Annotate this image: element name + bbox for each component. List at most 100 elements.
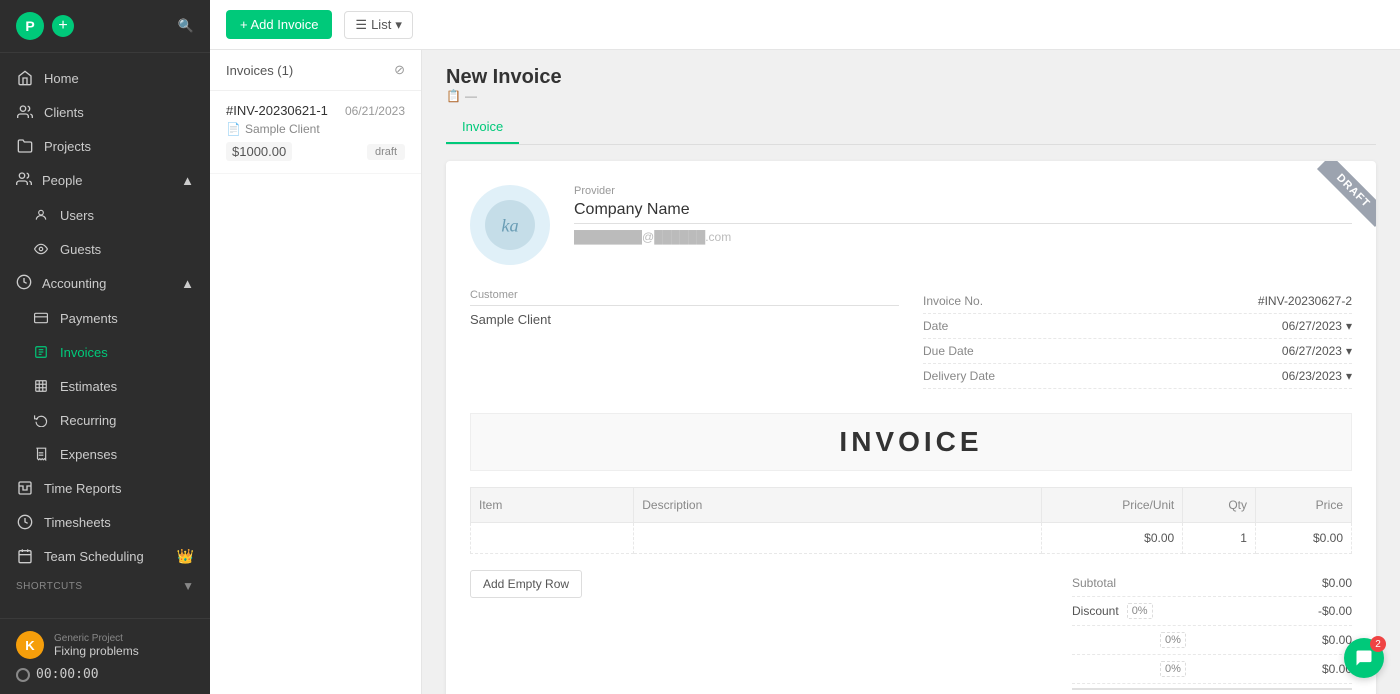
discount-row: Discount 0% -$0.00 [1072, 597, 1352, 626]
chart-icon [16, 479, 34, 497]
sidebar-item-home[interactable]: Home [0, 61, 210, 95]
chevron-up-icon: ▲ [181, 173, 194, 188]
sidebar-item-guests[interactable]: Guests [0, 232, 210, 266]
date-label: Date [923, 319, 948, 333]
provider-label: Provider [574, 185, 1352, 197]
sidebar-item-label: Guests [60, 242, 101, 257]
sidebar-item-label: Team Scheduling [44, 549, 144, 564]
cell-description[interactable] [634, 523, 1042, 554]
sidebar-item-clients[interactable]: Clients [0, 95, 210, 129]
sidebar-item-label: Expenses [60, 447, 117, 462]
sidebar-item-users[interactable]: Users [0, 198, 210, 232]
tax2-pct[interactable]: 0% [1160, 661, 1186, 677]
sidebar-item-time-reports[interactable]: Time Reports [0, 471, 210, 505]
dropdown-icon: ▾ [1346, 319, 1352, 333]
search-icon[interactable]: 🔍 [178, 18, 194, 34]
chevron-down-icon: ▾ [395, 17, 402, 33]
receipt-icon [32, 445, 50, 463]
add-row-button[interactable]: Add Empty Row [470, 570, 582, 598]
sidebar-item-label: Clients [44, 105, 84, 120]
status-badge: draft [367, 144, 405, 160]
view-toggle-button[interactable]: ☰ List ▾ [344, 11, 412, 39]
sidebar: P + 🔍 Home Clients Projects [0, 0, 210, 694]
panel-title: Invoices (1) [226, 63, 293, 78]
calendar-icon [16, 547, 34, 565]
sidebar-item-label: Time Reports [44, 481, 122, 496]
tax1-pct[interactable]: 0% [1160, 632, 1186, 648]
meta-row-due-date: Due Date 06/27/2023 ▾ [923, 339, 1352, 364]
provider-email: ████████@██████.com [574, 230, 1352, 244]
tab-invoice[interactable]: Invoice [446, 111, 519, 144]
timer-display: 00:00:00 [36, 667, 99, 682]
shortcuts-label: shortcuts [16, 581, 83, 592]
cell-price-unit[interactable]: $0.00 [1042, 523, 1183, 554]
doc-icon: 📄 [226, 122, 241, 136]
delivery-date-label: Delivery Date [923, 369, 995, 383]
add-quick-button[interactable]: + [52, 15, 74, 37]
credit-card-icon [32, 309, 50, 327]
provider-company-name: Company Name [574, 201, 1352, 224]
sidebar-bottom: K Generic Project Fixing problems 00:00:… [0, 618, 210, 694]
chat-bubble[interactable]: 2 [1344, 638, 1384, 678]
add-invoice-button[interactable]: + Add Invoice [226, 10, 332, 39]
cell-price[interactable]: $0.00 [1255, 523, 1351, 554]
people-icon [16, 103, 34, 121]
subtitle-text: — [465, 89, 477, 103]
col-description: Description [634, 488, 1042, 523]
sidebar-item-projects[interactable]: Projects [0, 129, 210, 163]
tab-bar: Invoice [446, 111, 1376, 145]
date-value[interactable]: 06/27/2023 ▾ [1282, 319, 1352, 333]
sidebar-item-payments[interactable]: Payments [0, 301, 210, 335]
eye-icon [32, 240, 50, 258]
subtotal-row: Subtotal $0.00 [1072, 570, 1352, 597]
user-avatar[interactable]: K [16, 631, 44, 659]
meta-row-delivery-date: Delivery Date 06/23/2023 ▾ [923, 364, 1352, 389]
cell-qty[interactable]: 1 [1183, 523, 1256, 554]
customer-name: Sample Client [470, 312, 899, 327]
estimates-icon [32, 377, 50, 395]
svg-text:ka: ka [501, 216, 518, 236]
panel-header: Invoices (1) ⊘ [210, 50, 421, 91]
accounting-icon [16, 274, 32, 293]
invoice-table: Item Description Price/Unit Qty Price $0… [470, 487, 1352, 554]
sidebar-group-people[interactable]: People ▲ [0, 163, 210, 198]
tax2-row: 0% $0.00 [1072, 655, 1352, 684]
main-area: + Add Invoice ☰ List ▾ Invoices (1) ⊘ #I… [210, 0, 1400, 694]
sidebar-item-label: Users [60, 208, 94, 223]
invoice-list-panel: Invoices (1) ⊘ #INV-20230621-1 06/21/202… [210, 50, 422, 694]
file-icon: 📋 [446, 89, 461, 103]
discount-label: Discount [1072, 604, 1119, 618]
invoice-icon [32, 343, 50, 361]
chevron-down-icon[interactable]: ▼ [182, 579, 194, 593]
meta-row-invoice-no: Invoice No. #INV-20230627-2 [923, 289, 1352, 314]
sidebar-item-label: Recurring [60, 413, 116, 428]
due-date-value[interactable]: 06/27/2023 ▾ [1282, 344, 1352, 358]
invoice-meta-section: Invoice No. #INV-20230627-2 Date 06/27/2… [923, 289, 1352, 389]
sidebar-item-expenses[interactable]: Expenses [0, 437, 210, 471]
invoice-no-value: #INV-20230627-2 [1258, 294, 1352, 308]
invoice-amount: $1000.00 [226, 142, 292, 161]
sidebar-item-timesheets[interactable]: Timesheets [0, 505, 210, 539]
people-group-icon [16, 171, 32, 190]
subtotal-label: Subtotal [1072, 576, 1116, 590]
cell-item[interactable] [471, 523, 634, 554]
crown-badge: 👑 [177, 548, 194, 565]
meta-row-date: Date 06/27/2023 ▾ [923, 314, 1352, 339]
provider-info: Provider Company Name ████████@██████.co… [574, 185, 1352, 244]
discount-value: -$0.00 [1318, 604, 1352, 618]
discount-pct[interactable]: 0% [1127, 603, 1153, 619]
customer-meta-row: Customer Sample Client Invoice No. #INV-… [470, 289, 1352, 389]
list-item[interactable]: #INV-20230621-1 06/21/2023 📄 Sample Clie… [210, 91, 421, 174]
col-price-unit: Price/Unit [1042, 488, 1183, 523]
sidebar-item-invoices[interactable]: Invoices [0, 335, 210, 369]
sidebar-item-label: Invoices [60, 345, 108, 360]
sidebar-group-accounting[interactable]: Accounting ▲ [0, 266, 210, 301]
sidebar-item-team-scheduling[interactable]: Team Scheduling 👑 [0, 539, 210, 573]
delivery-date-value[interactable]: 06/23/2023 ▾ [1282, 369, 1352, 383]
clock-icon [16, 513, 34, 531]
filter-icon[interactable]: ⊘ [394, 62, 405, 78]
timer-icon [16, 668, 30, 682]
sidebar-item-recurring[interactable]: Recurring [0, 403, 210, 437]
home-icon [16, 69, 34, 87]
sidebar-item-estimates[interactable]: Estimates [0, 369, 210, 403]
